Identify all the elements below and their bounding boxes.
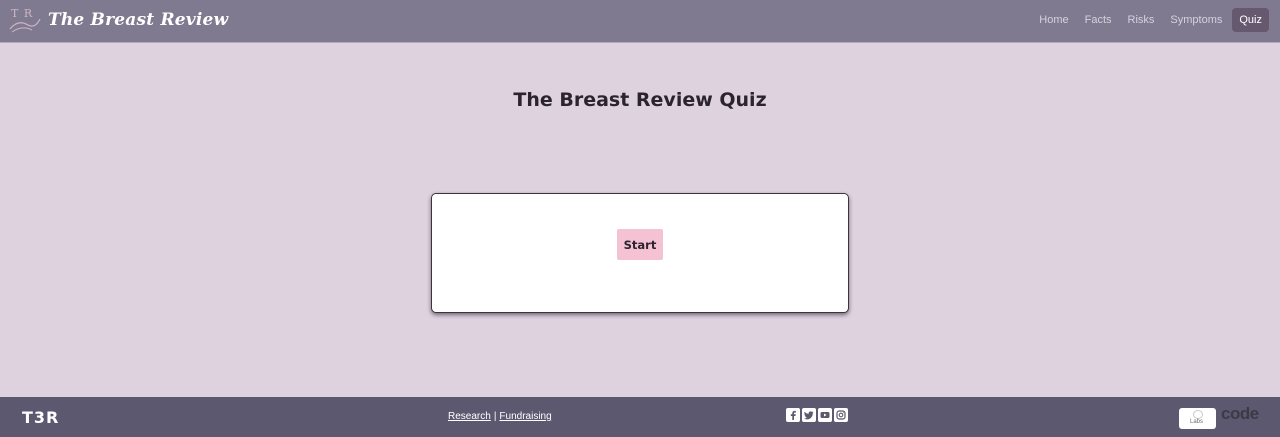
youtube-icon[interactable]: [818, 408, 832, 422]
footer-links: Research | Fundraising: [448, 411, 552, 422]
labs-mark-icon: [1193, 410, 1203, 419]
brand-logo-icon: T R: [8, 5, 42, 35]
top-navbar: T R The Breast Review Home Facts Risks S…: [0, 0, 1280, 43]
nav-facts[interactable]: Facts: [1079, 8, 1118, 32]
nav-home[interactable]: Home: [1033, 8, 1074, 32]
quiz-card: Start: [431, 193, 849, 313]
social-links: [786, 408, 848, 422]
main-nav: Home Facts Risks Symptoms Quiz: [1029, 8, 1269, 32]
nav-quiz[interactable]: Quiz: [1232, 8, 1269, 32]
page-title: The Breast Review Quiz: [513, 89, 767, 111]
nav-symptoms[interactable]: Symptoms: [1164, 8, 1228, 32]
twitter-icon[interactable]: [802, 408, 816, 422]
instagram-icon[interactable]: [834, 408, 848, 422]
brand[interactable]: T R The Breast Review: [8, 5, 228, 35]
footer-link-separator: |: [493, 411, 497, 422]
footer: T3R Research | Fundraising Labs code: [0, 397, 1280, 437]
nav-risks[interactable]: Risks: [1122, 8, 1161, 32]
footer-logo[interactable]: T3R: [22, 408, 59, 427]
start-button[interactable]: Start: [617, 229, 663, 260]
sponsor-code-logo[interactable]: code: [1221, 404, 1271, 430]
research-link[interactable]: Research: [448, 411, 491, 422]
sponsor-labs-logo[interactable]: Labs: [1179, 408, 1216, 429]
facebook-icon[interactable]: [786, 408, 800, 422]
sponsor-labs-text: Labs: [1190, 419, 1204, 425]
sponsor-code-wordmark: code: [1221, 404, 1259, 423]
fundraising-link[interactable]: Fundraising: [499, 411, 551, 422]
brand-name: The Breast Review: [48, 10, 229, 30]
